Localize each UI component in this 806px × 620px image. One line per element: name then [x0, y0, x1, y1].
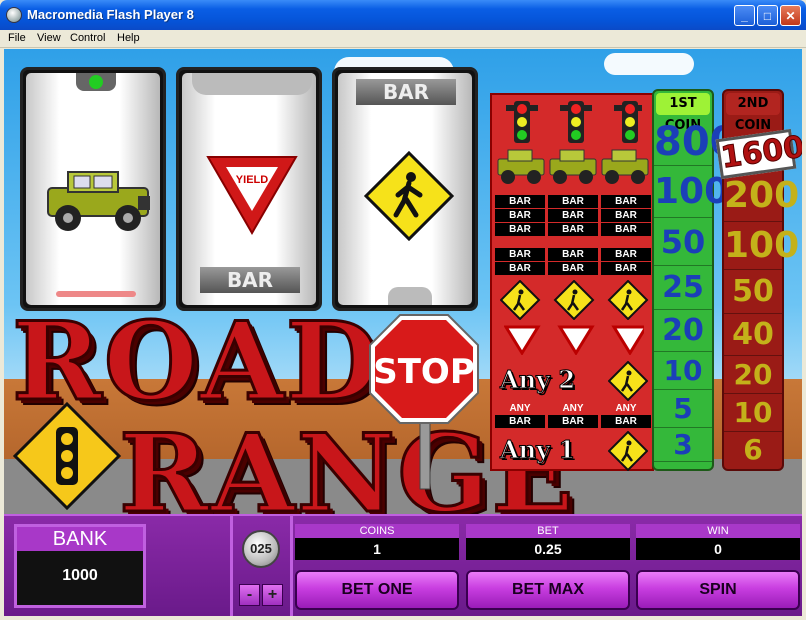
flash-player-icon	[6, 7, 22, 23]
control-panel: BANK 1000 025 - + COINS 1 BET 0.25 WIN 0…	[4, 514, 802, 616]
coin2-payout: 50	[724, 269, 782, 313]
coins-display: COINS 1	[295, 524, 459, 564]
win-value: 0	[636, 538, 800, 560]
traffic-light-partial	[76, 73, 116, 91]
menu-view[interactable]: View	[37, 32, 61, 44]
paytable: BAR BAR BAR BAR BAR BAR BAR BAR BAR BAR BAR BAR …	[490, 93, 654, 471]
paytable-row-traffic-lights	[492, 99, 652, 145]
coin-plus-button[interactable]: +	[262, 584, 283, 606]
paytable-1st-coin-column: 1ST COIN 800 100 50 25 20 10 5 3	[652, 89, 738, 471]
menu-bar: File View Control Help	[0, 30, 806, 48]
window-titlebar: Macromedia Flash Player 8 _ □ ✕	[0, 0, 806, 30]
paytable-row-jeeps	[492, 147, 652, 187]
menu-control[interactable]: Control	[70, 32, 105, 44]
paytable-row-triple-bar: BAR BAR BAR BAR BAR BAR BAR BAR BAR	[492, 195, 652, 237]
reel-2-bar: BAR	[200, 267, 300, 293]
coin2-payout: 40	[724, 313, 782, 355]
bank-label: BANK	[17, 527, 143, 551]
cloud	[604, 53, 694, 75]
traffic-signal-sign-icon	[12, 401, 122, 511]
yield-sign-icon: YIELD	[206, 156, 298, 235]
coin2-payout: 100	[724, 221, 799, 269]
reel-3-bar: BAR	[356, 79, 456, 105]
bet-max-button[interactable]: BET MAX	[466, 570, 630, 610]
coin1-payout: 100	[654, 165, 729, 217]
coin1-payout: 25	[654, 265, 712, 309]
bet-value: 0.25	[466, 538, 630, 560]
any-1-label: Any 1	[499, 435, 576, 465]
maximize-button[interactable]: □	[757, 5, 778, 26]
menu-help[interactable]: Help	[117, 32, 140, 44]
pedestrian-sign-icon	[364, 151, 454, 241]
minimize-button[interactable]: _	[734, 5, 755, 26]
paytable-row-any-2: Any 2	[492, 361, 652, 401]
coin2-header: 2ND COIN	[726, 93, 780, 133]
coin1-header: 1ST COIN	[656, 93, 710, 133]
coin1-payout: 10	[654, 351, 712, 389]
paytable-row-pedestrian	[492, 280, 652, 320]
reel-2: YIELD BAR	[176, 67, 322, 311]
coin1-payout: 3	[654, 427, 712, 461]
coin-value-chip[interactable]: 025	[242, 530, 280, 568]
bet-label: BET	[466, 524, 630, 538]
any-2-label: Any 2	[499, 365, 576, 395]
coin-minus-button[interactable]: -	[239, 584, 260, 606]
coin2-payout: 10	[724, 393, 782, 431]
pedestrian-sign-icon	[500, 280, 649, 320]
win-display: WIN 0	[636, 524, 800, 564]
bank-box: BANK 1000	[14, 524, 146, 608]
yield-text: YIELD	[236, 174, 268, 186]
jeep-icon	[47, 171, 150, 231]
paytable-row-double-bar: BAR BAR BAR BAR BAR BAR	[492, 248, 652, 276]
window-title: Macromedia Flash Player 8	[27, 7, 194, 22]
bank-value: 1000	[62, 567, 98, 584]
menu-file[interactable]: File	[8, 32, 26, 44]
coin2-payout: 20	[724, 355, 782, 393]
coin1-payout: 5	[654, 389, 712, 427]
pedestrian-sign-icon	[608, 431, 648, 471]
paytable-row-any-bar: ANY ANY ANY BAR BAR BAR	[492, 403, 652, 431]
bet-one-button[interactable]: BET ONE	[295, 570, 459, 610]
yield-sign-icon	[504, 325, 644, 355]
paytable-row-yield	[492, 325, 652, 355]
pedestrian-sign-icon	[608, 361, 648, 401]
bet-display: BET 0.25	[466, 524, 630, 564]
stop-text: STOP	[373, 352, 475, 392]
traffic-light-icon	[506, 101, 642, 143]
reel-1	[20, 67, 166, 311]
paytable-row-any-1: Any 1	[492, 431, 652, 471]
coin1-payout: 50	[654, 217, 712, 265]
spin-button[interactable]: SPIN	[636, 570, 800, 610]
jeep-partial	[192, 73, 312, 95]
coin2-payout: 6	[724, 431, 782, 467]
coin2-payout: 200	[724, 175, 800, 216]
win-label: WIN	[636, 524, 800, 538]
close-button[interactable]: ✕	[780, 5, 801, 26]
coins-value: 1	[295, 538, 459, 560]
coin1-payout: 800	[654, 119, 738, 165]
jeep-icon	[497, 149, 649, 184]
stop-sign-icon: STOP	[369, 314, 479, 490]
coins-label: COINS	[295, 524, 459, 538]
reel-3: BAR	[332, 67, 478, 311]
coin1-payout: 20	[654, 309, 712, 351]
